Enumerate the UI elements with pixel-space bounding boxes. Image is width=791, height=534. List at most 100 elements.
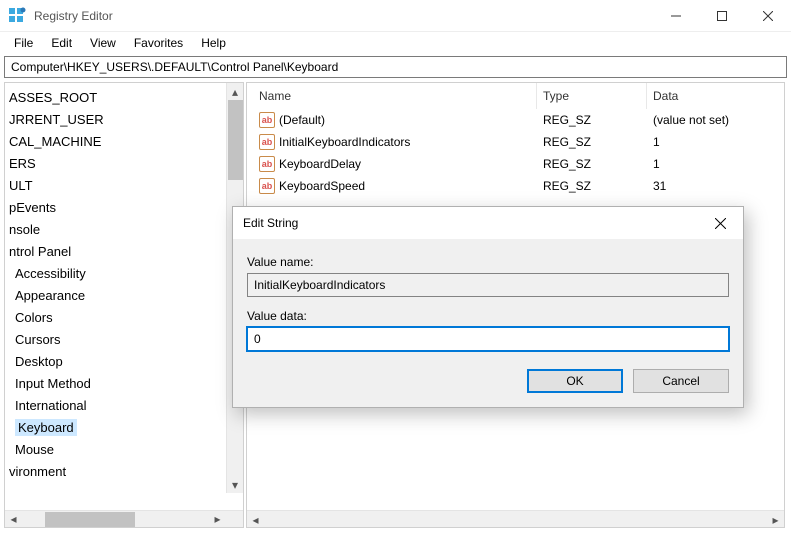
maximize-button[interactable] (699, 0, 745, 31)
value-name-field[interactable] (247, 273, 729, 297)
tree-item[interactable]: Desktop (5, 351, 243, 373)
tree-item[interactable]: ERS (5, 153, 243, 175)
value-data-field[interactable] (247, 327, 729, 351)
scroll-thumb[interactable] (228, 100, 243, 180)
scroll-left-icon[interactable]: ◂ (247, 511, 264, 528)
tree-item-label: ASSES_ROOT (9, 90, 97, 105)
dialog-titlebar[interactable]: Edit String (233, 207, 743, 239)
tree-item[interactable]: CAL_MACHINE (5, 131, 243, 153)
tree-item-label: Appearance (15, 288, 85, 303)
tree-item[interactable]: Colors (5, 307, 243, 329)
tree-item[interactable]: Accessibility (5, 263, 243, 285)
string-value-icon: ab (259, 178, 275, 194)
tree-item[interactable]: Mouse (5, 439, 243, 461)
dialog-title: Edit String (243, 216, 697, 230)
tree-item-label: Keyboard (15, 419, 77, 436)
value-data: 31 (647, 179, 784, 193)
window-controls (653, 0, 791, 31)
string-value-icon: ab (259, 156, 275, 172)
tree-item-label: pEvents (9, 200, 56, 215)
tree-item-label: Colors (15, 310, 53, 325)
dialog-body: Value name: Value data: OK Cancel (233, 239, 743, 407)
tree-item-label: Desktop (15, 354, 63, 369)
tree-item[interactable]: JRRENT_USER (5, 109, 243, 131)
menu-edit[interactable]: Edit (43, 34, 80, 52)
list-row[interactable]: ab InitialKeyboardIndicators REG_SZ1 (247, 131, 784, 153)
column-type[interactable]: Type (537, 83, 647, 109)
menu-help[interactable]: Help (193, 34, 234, 52)
column-data[interactable]: Data (647, 83, 784, 109)
ok-button[interactable]: OK (527, 369, 623, 393)
scroll-thumb[interactable] (45, 512, 135, 527)
tree-item-label: International (15, 398, 87, 413)
list-horizontal-scrollbar[interactable]: ◂ ▸ (247, 510, 784, 527)
tree-item[interactable]: ASSES_ROOT (5, 87, 243, 109)
value-type: REG_SZ (537, 113, 647, 127)
scroll-right-icon[interactable]: ▸ (767, 511, 784, 528)
tree-item-label: Accessibility (15, 266, 86, 281)
dialog-close-button[interactable] (697, 207, 743, 239)
scroll-corner (226, 511, 243, 528)
scroll-right-icon[interactable]: ▸ (209, 512, 226, 526)
cancel-button[interactable]: Cancel (633, 369, 729, 393)
list-header: Name Type Data (247, 83, 784, 109)
value-name: KeyboardSpeed (279, 179, 365, 193)
tree-item[interactable]: Input Method (5, 373, 243, 395)
tree-horizontal-scrollbar[interactable]: ◂ ▸ (5, 510, 243, 527)
window-titlebar: Registry Editor (0, 0, 791, 32)
tree-item[interactable]: pEvents (5, 197, 243, 219)
string-value-icon: ab (259, 134, 275, 150)
tree-item[interactable]: vironment (5, 461, 243, 483)
list-row[interactable]: ab KeyboardSpeed REG_SZ31 (247, 175, 784, 197)
close-button[interactable] (745, 0, 791, 31)
tree-item[interactable]: Keyboard (5, 417, 243, 439)
address-path: Computer\HKEY_USERS\.DEFAULT\Control Pan… (11, 60, 338, 74)
tree-pane: ASSES_ROOT JRRENT_USER CAL_MACHINE ERS ULT pE… (4, 82, 244, 528)
value-name: KeyboardDelay (279, 157, 361, 171)
value-name: (Default) (279, 113, 325, 127)
tree-item[interactable]: International (5, 395, 243, 417)
value-data: 1 (647, 157, 784, 171)
tree-item-label: CAL_MACHINE (9, 134, 101, 149)
tree-item[interactable]: ULT (5, 175, 243, 197)
value-type: REG_SZ (537, 135, 647, 149)
tree-item[interactable]: Appearance (5, 285, 243, 307)
value-name: InitialKeyboardIndicators (279, 135, 410, 149)
regedit-icon (8, 7, 26, 25)
menu-favorites[interactable]: Favorites (126, 34, 191, 52)
scroll-down-icon[interactable]: ▾ (227, 476, 243, 493)
tree-item-label: JRRENT_USER (9, 112, 104, 127)
value-data-label: Value data: (247, 309, 729, 323)
string-value-icon: ab (259, 112, 275, 128)
menu-view[interactable]: View (82, 34, 124, 52)
column-name[interactable]: Name (247, 83, 537, 109)
value-type: REG_SZ (537, 179, 647, 193)
menu-file[interactable]: File (6, 34, 41, 52)
value-data: (value not set) (647, 113, 784, 127)
tree-viewport: ASSES_ROOT JRRENT_USER CAL_MACHINE ERS ULT pE… (5, 83, 243, 510)
tree-item-label: vironment (9, 464, 66, 479)
minimize-button[interactable] (653, 0, 699, 31)
tree-item-label: ULT (9, 178, 33, 193)
edit-string-dialog: Edit String Value name: Value data: OK C… (232, 206, 744, 408)
tree-item-label: nsole (9, 222, 40, 237)
scroll-up-icon[interactable]: ▴ (227, 83, 243, 100)
address-bar[interactable]: Computer\HKEY_USERS\.DEFAULT\Control Pan… (4, 56, 787, 78)
list-row[interactable]: ab (Default) REG_SZ(value not set) (247, 109, 784, 131)
tree-item-label: ERS (9, 156, 36, 171)
tree-item[interactable]: Cursors (5, 329, 243, 351)
value-data: 1 (647, 135, 784, 149)
tree-item-label: Mouse (15, 442, 54, 457)
tree-item-label: Cursors (15, 332, 61, 347)
tree-item[interactable]: ntrol Panel (5, 241, 243, 263)
value-name-label: Value name: (247, 255, 729, 269)
list-row[interactable]: ab KeyboardDelay REG_SZ1 (247, 153, 784, 175)
window-title: Registry Editor (34, 9, 653, 23)
tree-item-label: Input Method (15, 376, 91, 391)
tree-item[interactable]: nsole (5, 219, 243, 241)
menu-bar: File Edit View Favorites Help (0, 32, 791, 54)
tree-item-label: ntrol Panel (9, 244, 71, 259)
value-type: REG_SZ (537, 157, 647, 171)
scroll-left-icon[interactable]: ◂ (5, 512, 22, 526)
dialog-button-row: OK Cancel (247, 369, 729, 393)
